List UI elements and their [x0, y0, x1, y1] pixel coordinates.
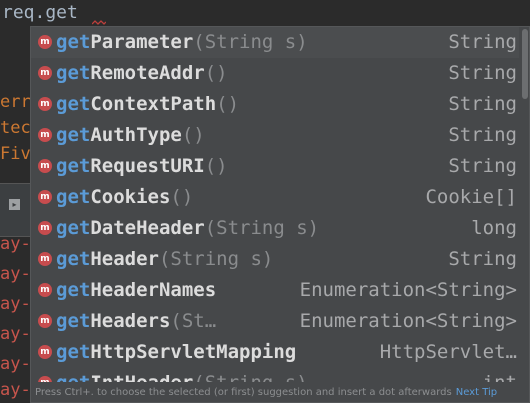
terminal-icon[interactable]: ▸	[9, 199, 20, 210]
return-type: Enumeration<String>	[299, 310, 517, 332]
method-signature: (String s)	[193, 372, 307, 382]
method-name-rest: RequestURI	[90, 155, 205, 177]
completion-item-name: getCookies()	[56, 182, 193, 213]
method-icon: m	[38, 221, 52, 235]
method-signature: (St…	[170, 310, 217, 332]
match-prefix: get	[56, 62, 91, 84]
method-name-rest: IntHeader	[90, 372, 193, 382]
code-fragment: tec	[0, 118, 30, 138]
method-name-rest: Cookies	[90, 186, 171, 208]
completion-item-name: getAuthType()	[56, 120, 205, 151]
return-type: HttpServlet…	[379, 341, 517, 363]
method-name-rest: AuthType	[90, 124, 182, 146]
completion-footer: Press Ctrl+. to choose the selected (or …	[31, 382, 529, 402]
completion-item[interactable]: m getHeader(String s) String	[31, 244, 519, 275]
return-type: String	[448, 62, 517, 84]
return-type: Cookie[]	[425, 186, 517, 208]
method-icon: m	[38, 97, 52, 111]
completion-item-name: getParameter(String s)	[56, 27, 308, 58]
method-icon: m	[38, 314, 52, 328]
return-type: Enumeration<String>	[299, 279, 517, 301]
completion-item-name: getRemoteAddr()	[56, 58, 228, 89]
completion-item[interactable]: m getHeaderNames Enumeration<String>	[31, 275, 519, 306]
completion-item[interactable]: m getHeaders(St… Enumeration<String>	[31, 306, 519, 337]
return-type: long	[471, 217, 517, 239]
match-prefix: get	[56, 93, 91, 115]
method-icon: m	[38, 159, 52, 173]
return-type: String	[448, 124, 517, 146]
method-name-rest: HeaderNames	[90, 279, 217, 301]
completion-item-name: getIntHeader(String s)	[56, 368, 308, 382]
match-prefix: get	[56, 31, 91, 53]
match-prefix: get	[56, 310, 91, 332]
tool-panel-strip: ▸	[0, 183, 30, 237]
method-icon: m	[38, 66, 52, 80]
completion-list[interactable]: m getParameter(String s) String m getRemoteA…	[31, 27, 519, 382]
match-prefix: get	[56, 341, 91, 363]
completion-item[interactable]: m getRemoteAddr() String	[31, 58, 519, 89]
method-icon: m	[38, 190, 52, 204]
scrollbar-thumb[interactable]	[522, 29, 528, 99]
code-fragment: ay-	[0, 354, 30, 374]
method-icon: m	[38, 35, 52, 49]
completion-item[interactable]: m getHttpServletMapping HttpServlet…	[31, 337, 519, 368]
completion-item-name: getHeader(String s)	[56, 244, 273, 275]
completion-popup[interactable]: m getParameter(String s) String m getRemoteA…	[30, 26, 530, 403]
code-fragment: ay-	[0, 324, 30, 344]
method-name-rest: DateHeader	[90, 217, 205, 239]
completion-item[interactable]: m getParameter(String s) String	[31, 27, 519, 58]
completion-item[interactable]: m getDateHeader(String s) long	[31, 213, 519, 244]
match-prefix: get	[56, 186, 91, 208]
match-prefix: get	[56, 372, 90, 382]
completion-item[interactable]: m getContextPath() String	[31, 89, 519, 120]
method-signature: ()	[204, 62, 228, 84]
method-name-rest: HttpServletMapping	[90, 341, 297, 363]
code-fragment: ay-	[0, 264, 30, 284]
method-name-rest: RemoteAddr	[90, 62, 205, 84]
match-prefix: get	[56, 217, 91, 239]
method-icon: m	[38, 128, 52, 142]
completion-item-name: getHttpServletMapping	[56, 337, 296, 368]
completion-item-name: getRequestURI()	[56, 151, 228, 182]
method-name-rest: Header	[90, 248, 159, 270]
method-name-rest: Headers	[90, 310, 171, 332]
return-type: String	[448, 93, 517, 115]
method-signature: ()	[170, 186, 194, 208]
code-fragment: ay-	[0, 294, 30, 314]
method-signature: (String s)	[158, 248, 274, 270]
return-type: String	[448, 248, 517, 270]
method-signature: (String s)	[204, 217, 320, 239]
completion-item[interactable]: m getAuthType() String	[31, 120, 519, 151]
completion-item-name: getHeaders(St…	[56, 306, 216, 337]
code-fragment: Fiv	[0, 144, 30, 164]
match-prefix: get	[56, 279, 91, 301]
method-signature: ()	[216, 93, 240, 115]
footer-hint: Press Ctrl+. to choose the selected (or …	[35, 387, 452, 398]
completion-item-name: getHeaderNames	[56, 275, 216, 306]
code-line[interactable]: req.get	[2, 0, 78, 26]
completion-item[interactable]: m getRequestURI() String	[31, 151, 519, 182]
next-tip-link[interactable]: Next Tip	[456, 387, 497, 398]
match-prefix: get	[56, 124, 91, 146]
method-name-rest: Parameter	[90, 31, 194, 53]
return-type: String	[448, 31, 517, 53]
return-type: int	[483, 368, 517, 382]
method-icon: m	[38, 345, 52, 359]
completion-item-name: getDateHeader(String s)	[56, 213, 319, 244]
code-fragment: ay-	[0, 380, 30, 400]
completion-scrollbar[interactable]	[521, 27, 529, 382]
completion-item[interactable]: m getCookies() Cookie[]	[31, 182, 519, 213]
match-prefix: get	[56, 248, 91, 270]
method-icon: m	[38, 252, 52, 266]
code-fragment: err	[0, 92, 30, 112]
method-icon: m	[38, 283, 52, 297]
method-signature: ()	[181, 124, 205, 146]
match-prefix: get	[56, 155, 91, 177]
method-signature: (String s)	[193, 31, 308, 53]
completion-item[interactable]: mgetIntHeader(String s)int	[31, 368, 519, 382]
method-name-rest: ContextPath	[90, 93, 217, 115]
method-signature: ()	[204, 155, 228, 177]
completion-item-name: getContextPath()	[56, 89, 239, 120]
return-type: String	[448, 155, 517, 177]
